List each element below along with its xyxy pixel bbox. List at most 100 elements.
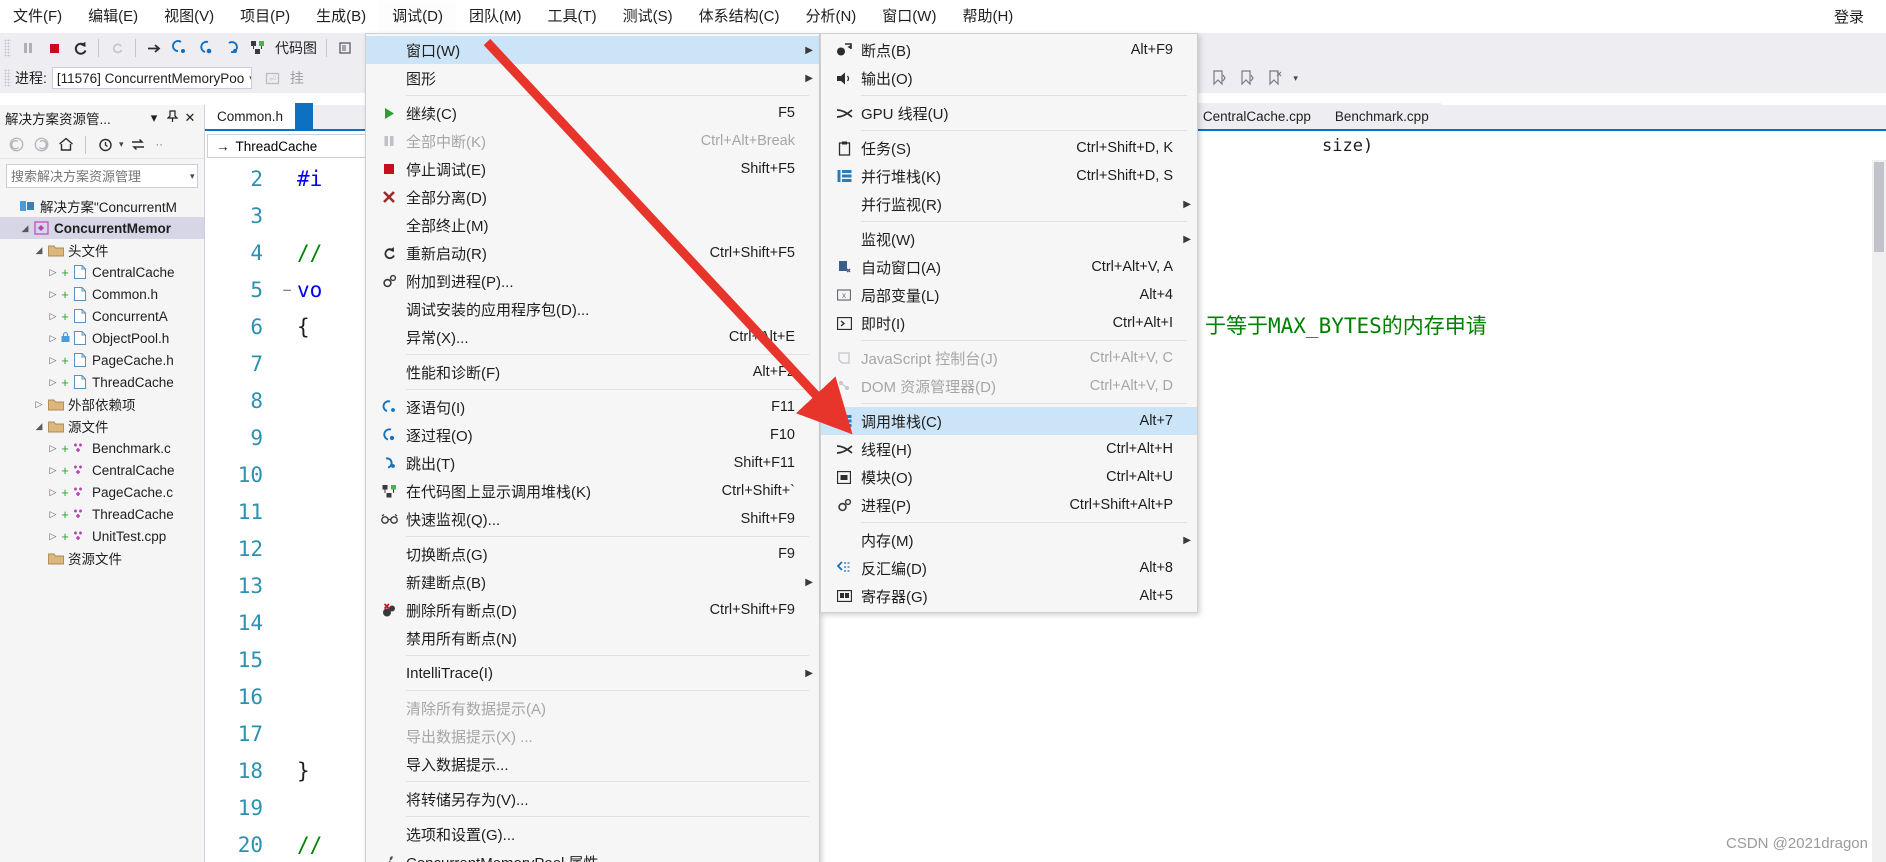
tree-item[interactable]: 解决方案"ConcurrentM [0, 195, 204, 217]
menu-item[interactable]: 窗口(W) ▶ [366, 36, 819, 64]
pin-icon[interactable] [163, 110, 181, 126]
tree-item[interactable]: ▷ + UnitTest.cpp [0, 525, 204, 547]
menubar-item-10[interactable]: 分析(N) [792, 1, 869, 33]
sync-icon[interactable] [127, 134, 149, 156]
toolbar-grip[interactable] [4, 39, 11, 57]
toolbar2-grip[interactable] [4, 69, 11, 87]
menu-item[interactable]: 任务(S) Ctrl+Shift+D, K [821, 134, 1197, 162]
next-bookmark-icon[interactable] [1234, 66, 1260, 90]
collapsed-arrow-icon[interactable]: ▷ [46, 311, 60, 322]
tree-item[interactable]: ▷ + Common.h [0, 283, 204, 305]
stop-debugging-icon[interactable] [41, 36, 67, 60]
collapsed-arrow-icon[interactable]: ▷ [46, 487, 60, 498]
expanded-arrow-icon[interactable]: ◢ [32, 245, 46, 256]
menu-item[interactable]: 内存(M) ▶ [821, 526, 1197, 554]
code-map-icon[interactable] [245, 36, 271, 60]
tree-item[interactable]: ▷ + CentralCache [0, 261, 204, 283]
step-over-icon[interactable] [193, 36, 219, 60]
collapsed-arrow-icon[interactable]: ▷ [46, 465, 60, 476]
menubar-item-3[interactable]: 项目(P) [227, 1, 303, 33]
menu-item[interactable]: x 局部变量(L) Alt+4 [821, 281, 1197, 309]
menu-item[interactable]: 停止调试(E) Shift+F5 [366, 155, 819, 183]
menu-item[interactable]: 继续(C) F5 [366, 99, 819, 127]
menu-item[interactable]: ConcurrentMemoryPool 属性... [366, 848, 819, 862]
editor-tab[interactable]: CentralCache.cpp [1190, 103, 1323, 129]
scrollbar-thumb[interactable] [1874, 162, 1884, 252]
close-icon[interactable]: ✕ [181, 110, 199, 126]
forward-icon[interactable] [30, 134, 52, 156]
collapsed-arrow-icon[interactable]: ▷ [46, 531, 60, 542]
tree-item[interactable]: ▷ + ThreadCache [0, 371, 204, 393]
expanded-arrow-icon[interactable]: ◢ [32, 421, 46, 432]
show-next-statement-icon[interactable] [141, 36, 167, 60]
menu-item[interactable]: GPU 线程(U) [821, 99, 1197, 127]
menubar-item-2[interactable]: 视图(V) [151, 1, 227, 33]
tree-item[interactable]: ▷ + PageCache.c [0, 481, 204, 503]
back-icon[interactable] [5, 134, 27, 156]
menubar-item-1[interactable]: 编辑(E) [75, 1, 151, 33]
menubar-item-11[interactable]: 窗口(W) [869, 1, 949, 33]
tree-item[interactable]: ▷ + CentralCache [0, 459, 204, 481]
menu-item[interactable]: 输出(O) [821, 64, 1197, 92]
menu-item[interactable]: 异常(X)... Ctrl+Alt+E [366, 323, 819, 351]
panel-dropdown-icon[interactable]: ▾ [145, 110, 163, 126]
menu-item[interactable]: 将转储另存为(V)... [366, 785, 819, 813]
collapsed-arrow-icon[interactable]: ▷ [46, 509, 60, 520]
prev-bookmark-icon[interactable] [1206, 66, 1232, 90]
editor-tab[interactable]: Benchmark.cpp [1322, 103, 1441, 129]
restart-icon[interactable] [67, 36, 93, 60]
menu-item[interactable]: 选项和设置(G)... [366, 820, 819, 848]
pending-changes-icon[interactable] [94, 134, 116, 156]
menubar-item-7[interactable]: 工具(T) [534, 1, 609, 33]
collapsed-arrow-icon[interactable]: ▷ [46, 333, 60, 344]
menu-item[interactable]: 线程(H) Ctrl+Alt+H [821, 435, 1197, 463]
step-out-icon[interactable] [219, 36, 245, 60]
tree-item[interactable]: ▷ 外部依赖项 [0, 393, 204, 415]
menu-item[interactable]: 并行监视(R) ▶ [821, 190, 1197, 218]
break-all-icon[interactable] [15, 36, 41, 60]
collapsed-arrow-icon[interactable]: ▷ [46, 443, 60, 454]
login-button[interactable]: 登录 [1834, 6, 1864, 27]
debug-menu-dropdown[interactable]: 窗口(W) ▶ 图形 ▶ 继续(C) F5 全部中断(K) Ctrl+Alt+Break 停止调… [365, 33, 820, 862]
fold-toggle[interactable]: − [277, 281, 297, 299]
menubar-item-6[interactable]: 团队(M) [456, 1, 535, 33]
tree-item[interactable]: ▷ + PageCache.h [0, 349, 204, 371]
attach-label[interactable]: 挂 [286, 68, 308, 88]
editor-tab[interactable]: Common.h [205, 103, 296, 129]
solution-search-box[interactable]: ▾ [6, 164, 198, 188]
menu-item[interactable]: 全部分离(D) [366, 183, 819, 211]
collapsed-arrow-icon[interactable]: ▷ [46, 267, 60, 278]
menu-item[interactable]: IntelliTrace(I) ▶ [366, 659, 819, 687]
menubar-item-8[interactable]: 测试(S) [610, 1, 686, 33]
menu-item[interactable]: 禁用所有断点(N) [366, 624, 819, 652]
menu-item[interactable]: 快速监视(Q)... Shift+F9 [366, 505, 819, 533]
clear-bookmarks-icon[interactable] [1262, 66, 1288, 90]
attach-icon[interactable]: ⏎ [260, 66, 286, 90]
menu-item[interactable]: 性能和诊断(F) Alt+F2 [366, 358, 819, 386]
home-icon[interactable] [55, 134, 77, 156]
menu-item[interactable]: 新建断点(B) ▶ [366, 568, 819, 596]
menu-item[interactable]: 逐过程(O) F10 [366, 421, 819, 449]
menu-item[interactable]: 自动窗口(A) Ctrl+Alt+V, A [821, 253, 1197, 281]
menu-item[interactable]: 监视(W) ▶ [821, 225, 1197, 253]
menu-item[interactable]: 导入数据提示... [366, 750, 819, 778]
tree-item[interactable]: ▷ ObjectPool.h [0, 327, 204, 349]
process-dropdown[interactable]: [11576] ConcurrentMemoryPoo ▾ [51, 67, 252, 89]
code-map-label[interactable]: 代码图 [271, 38, 321, 58]
menu-item[interactable]: 逐语句(I) F11 [366, 393, 819, 421]
menu-item[interactable]: 在代码图上显示调用堆栈(K) Ctrl+Shift+` [366, 477, 819, 505]
scope-dropdown[interactable]: → ThreadCache [207, 134, 382, 158]
tree-item[interactable]: ◢ ConcurrentMemor [0, 217, 204, 239]
menu-item[interactable]: 并行堆栈(K) Ctrl+Shift+D, S [821, 162, 1197, 190]
menu-item[interactable]: 图形 ▶ [366, 64, 819, 92]
menu-item[interactable]: 调试安装的应用程序包(D)... [366, 295, 819, 323]
menubar-item-9[interactable]: 体系结构(C) [686, 1, 793, 33]
menubar-item-0[interactable]: 文件(F) [0, 1, 75, 33]
menu-item[interactable]: 反汇编(D) Alt+8 [821, 554, 1197, 582]
tree-item[interactable]: ◢ 源文件 [0, 415, 204, 437]
menubar-item-4[interactable]: 生成(B) [303, 1, 379, 33]
menu-item[interactable]: 断点(B) Alt+F9 [821, 36, 1197, 64]
misc-icon-1[interactable] [332, 36, 358, 60]
menu-item[interactable]: 切换断点(G) F9 [366, 540, 819, 568]
menu-item[interactable]: 全部终止(M) [366, 211, 819, 239]
